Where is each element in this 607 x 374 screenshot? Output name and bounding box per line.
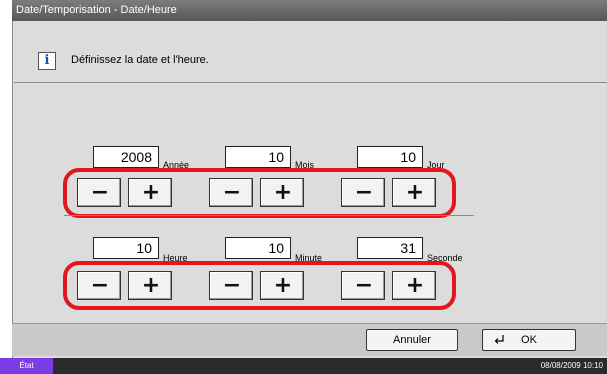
window-title: Date/Temporisation - Date/Heure [12,0,607,21]
date-stepper-highlight [63,168,456,218]
month-value: 10 [225,146,291,168]
second-value: 31 [357,237,423,259]
hour-unit-label: Heure [163,253,188,261]
hour-value: 10 [93,237,159,259]
enter-icon [494,335,504,344]
year-value: 2008 [93,146,159,168]
status-bar: État 08/08/2009 10:10 [0,358,607,374]
header-divider [14,82,607,83]
status-button[interactable]: État [0,358,53,374]
status-datetime: 08/08/2009 10:10 [540,361,603,370]
time-stepper-highlight [63,261,456,310]
device-screen: Date/Temporisation - Date/Heure i Défini… [0,0,607,374]
minute-value: 10 [225,237,291,259]
instruction-text: Définissez la date et l'heure. [71,54,209,66]
day-value: 10 [357,146,423,168]
ok-button[interactable]: OK [482,329,576,351]
minute-unit-label: Minute [295,253,323,261]
ok-label: OK [521,334,537,346]
info-icon: i [38,52,56,70]
cancel-button[interactable]: Annuler [366,329,458,351]
section-divider [64,215,474,216]
